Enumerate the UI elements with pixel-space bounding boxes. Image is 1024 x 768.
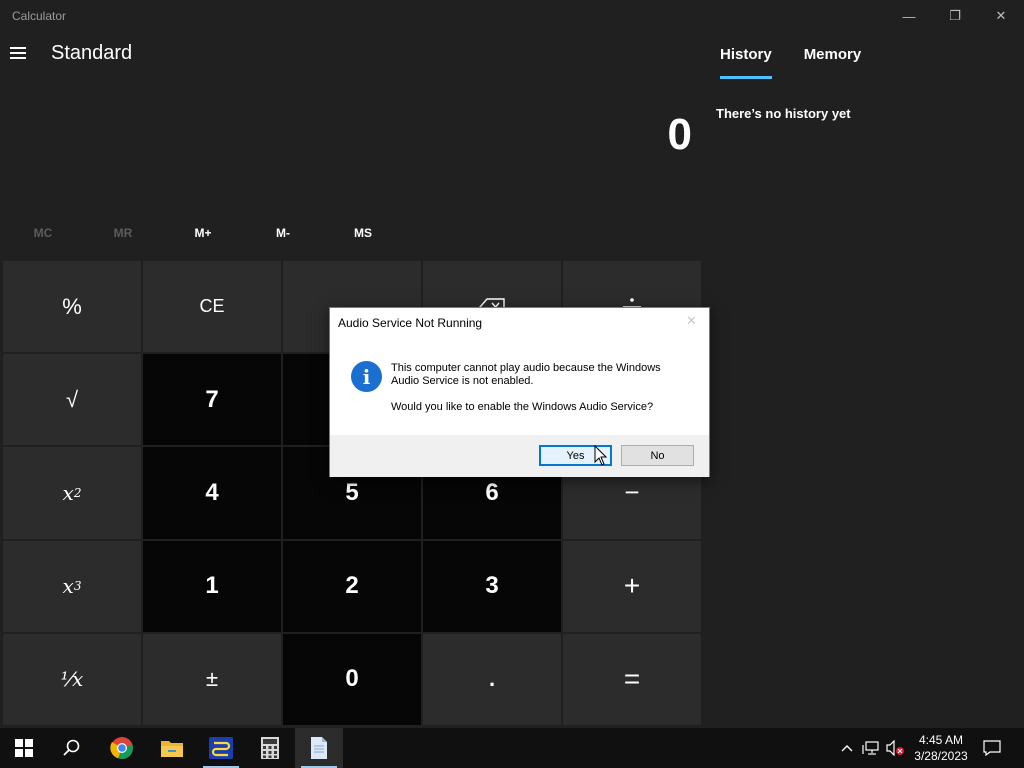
equals-button[interactable]: = (563, 633, 701, 725)
dialog-close-icon[interactable]: ✕ (686, 313, 697, 329)
percent-button[interactable]: % (3, 261, 141, 353)
reciprocal-button[interactable]: ¹⁄x (3, 633, 141, 725)
memory-subtract-button[interactable]: M- (243, 226, 323, 248)
audio-service-dialog: Audio Service Not Running ✕ i This compu… (329, 307, 710, 477)
dialog-message: This computer cannot play audio because … (391, 362, 661, 387)
square-root-button[interactable]: √ (3, 354, 141, 446)
clock-date: 3/28/2023 (914, 749, 968, 763)
file-explorer-icon[interactable] (148, 728, 196, 768)
memory-row: MC MR M+ M- MS (3, 226, 403, 248)
notepad-icon[interactable] (295, 728, 343, 768)
close-button[interactable]: ✕ (978, 0, 1024, 32)
notifications-icon[interactable] (978, 728, 1006, 768)
minimize-button[interactable]: — (886, 0, 932, 32)
clear-entry-button[interactable]: CE (143, 261, 281, 353)
taskbar-clock[interactable]: 4:45 AM 3/28/2023 (905, 732, 977, 764)
clock-time: 4:45 AM (918, 733, 964, 747)
square-button[interactable]: x2 (3, 447, 141, 539)
taskbar: 4:45 AM 3/28/2023 (0, 728, 1024, 768)
result-display: 0 (667, 110, 692, 159)
dialog-title: Audio Service Not Running (338, 316, 483, 330)
memory-add-button[interactable]: M+ (163, 226, 243, 248)
digit-7-button[interactable]: 7 (143, 354, 281, 446)
digit-4-button[interactable]: 4 (143, 447, 281, 539)
decimal-button[interactable]: . (423, 633, 561, 725)
mouse-cursor-icon (594, 445, 608, 466)
mode-title: Standard (51, 42, 133, 64)
plus-button[interactable]: + (563, 540, 701, 632)
digit-1-button[interactable]: 1 (143, 540, 281, 632)
tab-memory[interactable]: Memory (804, 46, 862, 76)
tab-history[interactable]: History (720, 46, 772, 79)
network-tool-icon[interactable] (197, 728, 245, 768)
chrome-icon[interactable] (98, 728, 146, 768)
memory-recall-button[interactable]: MR (83, 226, 163, 248)
network-icon[interactable] (860, 728, 882, 768)
hamburger-menu-icon[interactable] (10, 44, 30, 62)
side-panel-tabs: History Memory (720, 46, 862, 79)
maximize-button[interactable]: ❐ (932, 0, 978, 32)
window-title: Calculator (12, 9, 67, 23)
restore-icon: ❐ (949, 8, 961, 23)
digit-0-button[interactable]: 0 (283, 633, 421, 725)
volume-muted-icon[interactable] (884, 728, 906, 768)
dialog-question: Would you like to enable the Windows Aud… (391, 401, 654, 413)
cube-button[interactable]: x3 (3, 540, 141, 632)
digit-2-button[interactable]: 2 (283, 540, 421, 632)
search-icon[interactable] (48, 728, 96, 768)
close-icon: ✕ (995, 8, 1007, 23)
start-icon[interactable] (0, 728, 48, 768)
memory-clear-button[interactable]: MC (3, 226, 83, 248)
memory-store-button[interactable]: MS (323, 226, 403, 248)
digit-3-button[interactable]: 3 (423, 540, 561, 632)
negate-button[interactable]: ± (143, 633, 281, 725)
no-button[interactable]: No (621, 445, 694, 466)
minimize-icon: — (902, 8, 916, 24)
calculator-icon[interactable] (246, 728, 294, 768)
info-icon: i (351, 361, 382, 392)
show-hidden-icons-chevron-icon[interactable] (838, 728, 856, 768)
history-empty-message: There’s no history yet (716, 106, 851, 121)
title-bar: Calculator — ❐ ✕ (0, 0, 1024, 32)
